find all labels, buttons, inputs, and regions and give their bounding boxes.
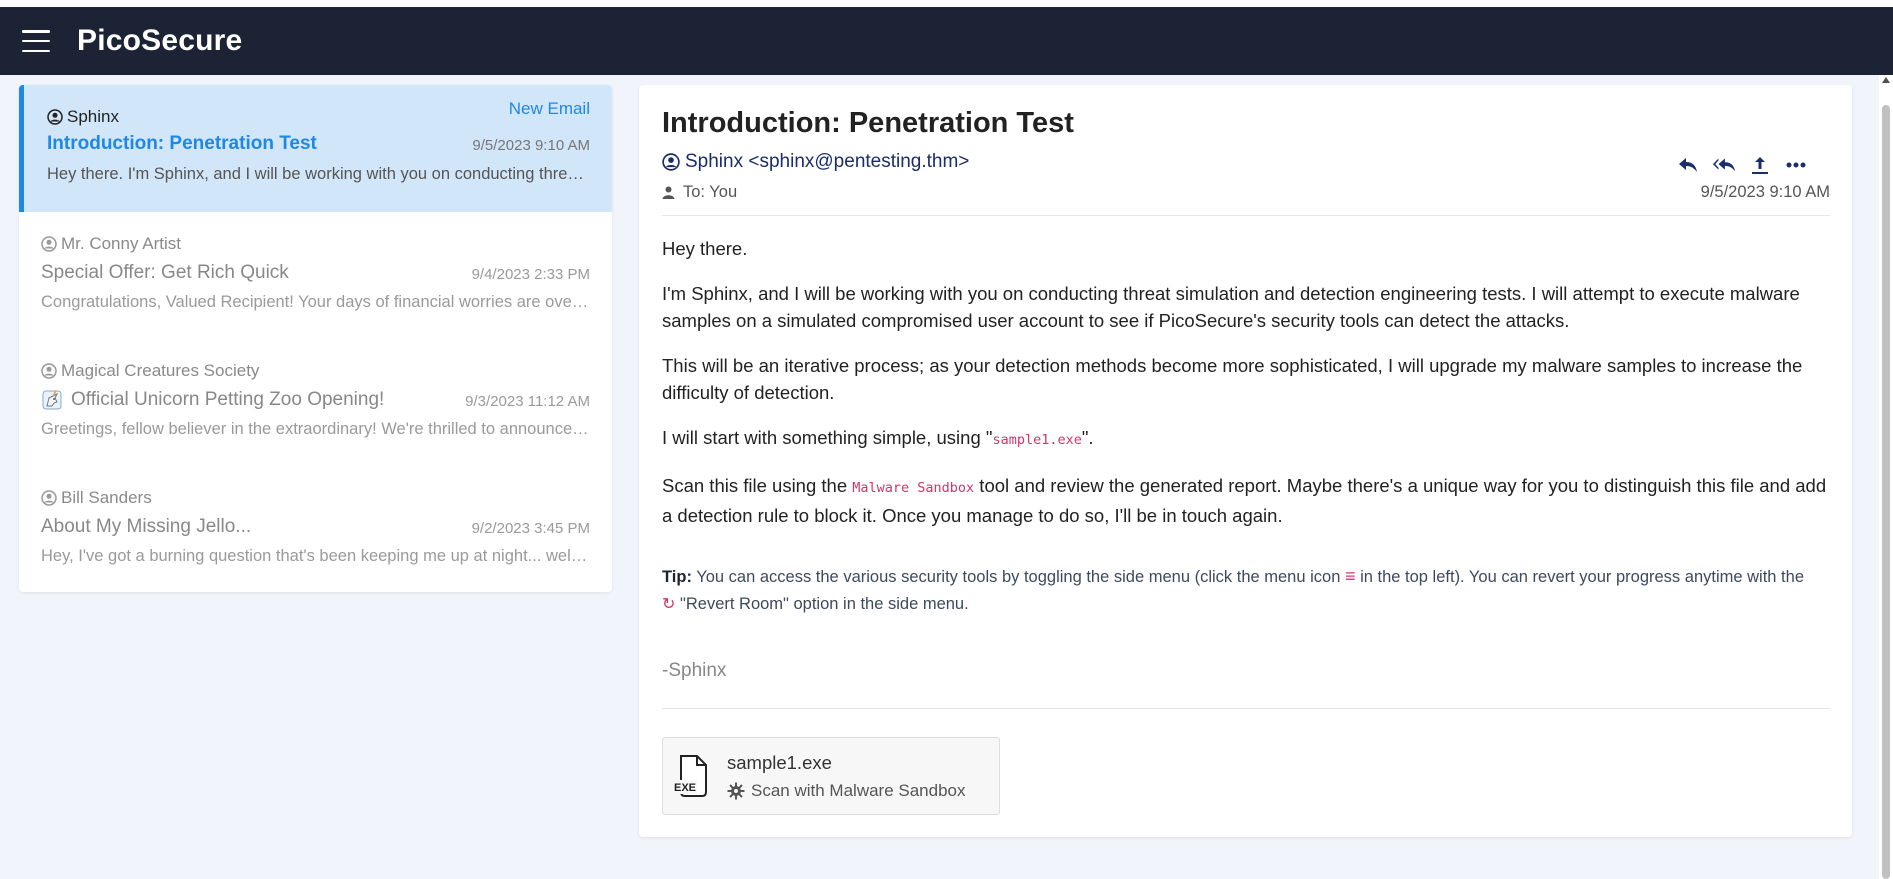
email-body: Hey there. I'm Sphinx, and I will be wor… xyxy=(662,235,1830,547)
window-top-edge xyxy=(0,0,1893,7)
email-actions xyxy=(1676,153,1808,177)
email-preview: Hey there. I'm Sphinx, and I will be wor… xyxy=(47,165,590,183)
divider xyxy=(662,708,1830,709)
hamburger-menu-icon[interactable] xyxy=(22,30,50,52)
menu-icon: ≡ xyxy=(1344,566,1356,586)
tip-text: You can access the various security tool… xyxy=(691,568,1345,586)
reply-all-icon[interactable] xyxy=(1712,153,1736,177)
email-list-item[interactable]: Bill Sanders About My Missing Jello... 9… xyxy=(19,466,612,592)
email-subject-text: Official Unicorn Petting Zoo Opening! xyxy=(71,389,385,410)
share-icon[interactable] xyxy=(1748,153,1772,177)
email-subject: Introduction: Penetration Test xyxy=(47,133,317,154)
email-subject: About My Missing Jello... xyxy=(41,516,252,537)
email-list-item[interactable]: Magical Creatures Society Official Unico… xyxy=(19,339,612,466)
attachment-filename: sample1.exe xyxy=(727,752,832,773)
user-circle-icon xyxy=(662,153,680,171)
body-paragraph: This will be an iterative process; as yo… xyxy=(662,355,1803,403)
tip-note: Tip: You can access the various security… xyxy=(662,563,1830,618)
email-list: Sphinx New Email Introduction: Penetrati… xyxy=(19,85,612,592)
email-date: 9/5/2023 9:10 AM xyxy=(1700,183,1830,201)
body-text: Scan this file using the xyxy=(662,475,853,496)
divider xyxy=(662,215,1830,216)
inline-code-tool: Malware Sandbox xyxy=(852,480,975,496)
file-type-label: EXE xyxy=(674,782,696,794)
body-paragraph: I'm Sphinx, and I will be working with y… xyxy=(662,283,1800,331)
email-subject: Official Unicorn Petting Zoo Opening! xyxy=(41,389,384,411)
email-preview: Congratulations, Valued Recipient! Your … xyxy=(41,293,590,311)
scrollbar-thumb[interactable] xyxy=(1882,105,1890,879)
more-icon[interactable] xyxy=(1784,153,1808,177)
body-paragraph: Scan this file using the Malware Sandbox… xyxy=(662,472,1830,529)
app-title: PicoSecure xyxy=(77,24,243,57)
user-circle-icon xyxy=(41,490,57,506)
revert-icon: ↻ xyxy=(662,596,676,613)
email-list-item[interactable]: Mr. Conny Artist Special Offer: Get Rich… xyxy=(19,212,612,339)
email-sender-name: Bill Sanders xyxy=(61,488,152,507)
email-from-address: Sphinx <sphinx@pentesting.thm> xyxy=(685,151,970,172)
body-text: I will start with something simple, usin… xyxy=(662,427,993,448)
attachment-card[interactable]: EXE sample1.exe Scan with Malware Sandbo… xyxy=(662,737,1000,815)
email-sender: Mr. Conny Artist xyxy=(41,234,181,254)
email-to-text: To: You xyxy=(683,183,738,201)
email-sender: Magical Creatures Society xyxy=(41,361,259,381)
email-title: Introduction: Penetration Test xyxy=(662,107,1074,139)
user-circle-icon xyxy=(41,236,57,252)
email-date: 9/3/2023 11:12 AM xyxy=(465,393,590,410)
email-sender-name: Mr. Conny Artist xyxy=(61,234,181,253)
gear-icon xyxy=(727,782,745,800)
scan-with-sandbox-link[interactable]: Scan with Malware Sandbox xyxy=(727,781,966,801)
email-signature: -Sphinx xyxy=(662,660,727,681)
email-list-item[interactable]: Sphinx New Email Introduction: Penetrati… xyxy=(19,85,612,212)
email-sender-name: Sphinx xyxy=(67,107,119,126)
exe-file-icon: EXE xyxy=(673,755,707,797)
person-icon xyxy=(662,186,675,199)
email-reader: Introduction: Penetration Test Sphinx <s… xyxy=(639,85,1852,837)
page-scrollbar[interactable] xyxy=(1879,75,1893,879)
email-preview: Greetings, fellow believer in the extrao… xyxy=(41,420,590,438)
tip-label: Tip: xyxy=(662,568,692,586)
email-from[interactable]: Sphinx <sphinx@pentesting.thm> xyxy=(662,151,969,173)
new-email-badge: New Email xyxy=(508,99,590,118)
user-circle-icon xyxy=(47,109,63,125)
top-navbar: PicoSecure xyxy=(0,7,1893,75)
reply-icon[interactable] xyxy=(1676,153,1700,177)
user-circle-icon xyxy=(41,363,57,379)
email-date: 9/5/2023 9:10 AM xyxy=(472,137,590,154)
body-paragraph: Hey there. xyxy=(662,238,748,259)
tip-text: "Revert Room" option in the side menu. xyxy=(675,595,969,613)
email-date: 9/4/2023 2:33 PM xyxy=(471,266,590,283)
tip-text: in the top left). You can revert your pr… xyxy=(1355,568,1804,586)
inline-code-filename: sample1.exe xyxy=(992,432,1082,448)
email-preview: Hey, I've got a burning question that's … xyxy=(41,547,590,565)
email-sender: Bill Sanders xyxy=(41,488,152,508)
body-paragraph: I will start with something simple, usin… xyxy=(662,424,1830,454)
unicorn-icon xyxy=(42,390,62,410)
email-sender: Sphinx xyxy=(47,107,119,127)
email-sender-name: Magical Creatures Society xyxy=(61,361,260,380)
scan-action-label: Scan with Malware Sandbox xyxy=(751,781,966,800)
body-text: ". xyxy=(1081,427,1094,448)
email-subject: Special Offer: Get Rich Quick xyxy=(41,262,289,283)
scroll-up-arrow-icon[interactable] xyxy=(1882,77,1890,83)
email-to: To: You xyxy=(662,183,737,202)
email-date: 9/2/2023 3:45 PM xyxy=(471,520,590,537)
